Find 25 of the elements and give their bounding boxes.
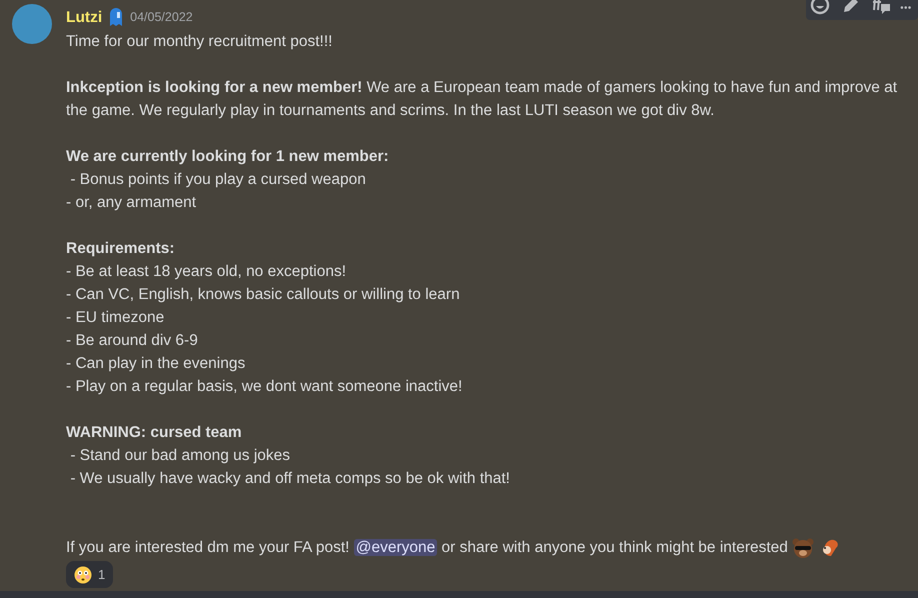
timestamp: 04/05/2022	[130, 8, 193, 26]
list-line: - or, any armament	[66, 193, 198, 213]
list-line: - Play on a regular basis, we dont want someone inactive!	[66, 377, 464, 397]
section-heading: Requirements:	[66, 239, 176, 259]
list-line: - Can VC, English, knows basic callouts or willing to learn	[66, 285, 461, 305]
mention-link[interactable]: @everyone	[354, 539, 438, 556]
list-line: - Can play in the evenings	[66, 354, 246, 374]
thread-icon[interactable]	[870, 0, 892, 16]
list-line: - Be around div 6-9	[66, 331, 199, 351]
author-name[interactable]: Lutzi	[66, 6, 102, 28]
message-text: Time for our monthy recruitment post!!!	[66, 32, 334, 52]
section-heading: WARNING: cursed team	[66, 423, 243, 443]
add-reaction-icon[interactable]	[810, 0, 832, 16]
avatar-circle[interactable]	[12, 4, 52, 44]
message-text: Inkception is looking for a new member! We are a European team made of gamers looking to have fun and improve at the game. We regularly play in tournaments and scrims. In the last LUTI season we got div 8w.	[66, 78, 898, 121]
reaction-button[interactable]: 1	[66, 561, 114, 588]
list-line: - We usually have wacky and off meta comps so be ok with that!	[69, 469, 511, 489]
section-heading: We are currently looking for 1 new member:	[66, 147, 390, 167]
list-line: - Bonus points if you play a cursed weapon	[69, 170, 367, 190]
flushed-face-icon	[74, 566, 92, 584]
list-line: - Be at least 18 years old, no exceptions!	[66, 262, 348, 282]
bear-sunglasses-icon	[792, 538, 814, 558]
list-line: - Stand our bad among us jokes	[69, 446, 292, 466]
list-line: - EU timezone	[66, 308, 166, 328]
message-text: If you are interested dm me your FA post! @everyone or share with anyone you think might be interested	[66, 539, 789, 556]
